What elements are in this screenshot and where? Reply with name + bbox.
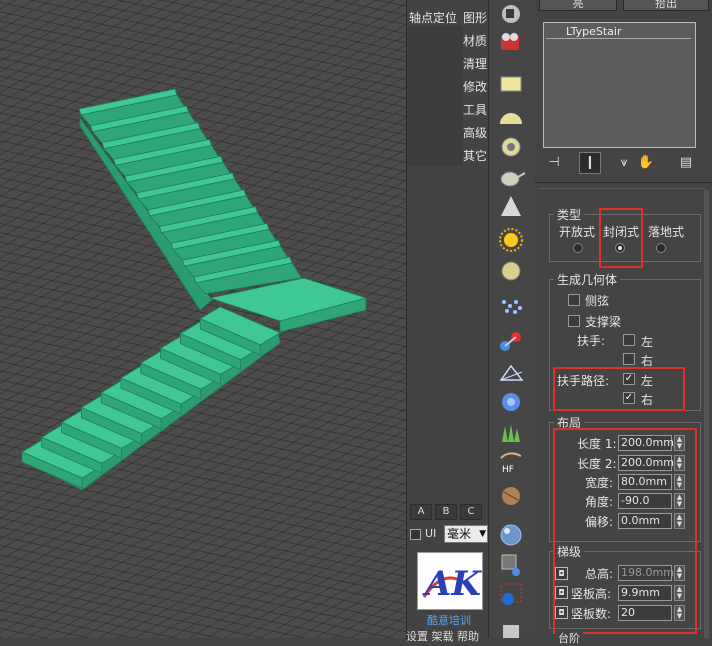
menu-item-material[interactable]: 材质 xyxy=(463,32,487,49)
tape-helper-icon[interactable] xyxy=(499,364,524,381)
header-left-button[interactable]: 亮 xyxy=(539,0,617,11)
ak-logo: AK xyxy=(417,552,483,610)
stringers-checkbox[interactable] xyxy=(568,294,580,306)
highlight-rail-path xyxy=(553,367,685,411)
glass-sphere-icon[interactable] xyxy=(500,524,522,546)
panel-scrollbar[interactable] xyxy=(704,190,709,638)
hemisphere-icon[interactable] xyxy=(500,113,522,124)
handrail-left-checkbox[interactable] xyxy=(623,334,635,346)
teapot-icon[interactable] xyxy=(500,171,526,187)
stringers-label: 侧弦 xyxy=(585,294,610,308)
make-unique-icon[interactable]: ⩛ xyxy=(613,152,635,174)
tab-c[interactable]: C xyxy=(460,504,482,520)
configure-sets-icon[interactable]: ▤ xyxy=(675,152,697,174)
stack-toolbar: ⊣ ❙ ⩛ ✋ ▤ xyxy=(543,152,703,174)
torus-icon[interactable] xyxy=(501,137,521,157)
rollout-header-line xyxy=(539,188,705,189)
tab-a[interactable]: A xyxy=(410,504,432,520)
particle-icon[interactable] xyxy=(502,300,522,314)
pin-stack-icon[interactable]: ⊣ xyxy=(543,152,565,174)
units-select[interactable]: 毫米 ▼ xyxy=(444,525,488,543)
units-row: UI 毫米 ▼ xyxy=(406,524,488,546)
logo-caption: 酷意培训 xyxy=(427,614,471,627)
remove-modifier-icon[interactable]: ✋ xyxy=(635,152,657,174)
menu-item-cleanup[interactable]: 清理 xyxy=(463,55,487,72)
highlight-closed-type xyxy=(599,208,643,268)
tab-b[interactable]: B xyxy=(435,504,457,520)
carriage-label: 支撑梁 xyxy=(585,315,622,329)
menu-item-other[interactable]: 其它 xyxy=(463,147,487,164)
cone-icon[interactable] xyxy=(501,196,521,216)
sphere-icon[interactable] xyxy=(501,261,521,281)
render-setup-icon[interactable] xyxy=(501,554,520,576)
camera-recorder-icon[interactable] xyxy=(502,5,520,23)
hair-hf-icon[interactable]: HF xyxy=(500,452,522,475)
material-ball-icon[interactable] xyxy=(500,583,522,605)
ui-label: UI xyxy=(425,527,437,540)
geometry-group-title: 生成几何体 xyxy=(554,271,621,288)
ak-logo-graphic: AK xyxy=(422,564,482,604)
handrail-right-checkbox[interactable] xyxy=(623,353,635,365)
logo-text: AK xyxy=(422,564,482,604)
wood-ball-icon[interactable] xyxy=(502,487,520,505)
list-item[interactable]: LTypeStair xyxy=(546,25,691,39)
type-box-label: 落地式 xyxy=(648,225,685,239)
create-tool-strip: HF xyxy=(488,0,536,638)
ui-checkbox[interactable] xyxy=(410,529,421,540)
next-group-title: 台阶 xyxy=(555,630,583,646)
type-box-radio[interactable] xyxy=(656,243,666,253)
modifier-stack-list[interactable]: LTypeStair xyxy=(543,22,696,148)
tool-icons: HF xyxy=(499,5,526,638)
svg-text:HF: HF xyxy=(502,465,514,475)
handrail-left-label: 左 xyxy=(641,335,654,349)
units-value: 毫米 xyxy=(447,527,472,541)
menu-item-advanced[interactable]: 高级 xyxy=(463,124,487,141)
carriage-checkbox[interactable] xyxy=(568,315,580,327)
light-sun-icon[interactable] xyxy=(499,228,523,252)
bone-icon[interactable] xyxy=(500,332,521,351)
bottom-menu-bar[interactable]: 设置 架载 帮助 xyxy=(406,628,479,644)
grass-icon[interactable] xyxy=(502,424,520,442)
type-open-radio[interactable] xyxy=(573,243,583,253)
handrail-label: 扶手: xyxy=(577,334,606,348)
menu-item-tools[interactable]: 工具 xyxy=(463,101,487,118)
type-group-title: 类型 xyxy=(554,206,585,223)
divider xyxy=(535,182,712,183)
chevron-down-icon: ▼ xyxy=(479,529,486,539)
menu-item-pivot[interactable]: 轴点定位 xyxy=(409,9,457,26)
command-panel: 亮 拾出 LTypeStair ⊣ ❙ ⩛ ✋ ▤ 类型 开放式 封闭式 落地式… xyxy=(535,0,712,646)
type-open-label: 开放式 xyxy=(559,225,596,239)
window-icon[interactable] xyxy=(503,625,519,638)
menu-item-shape[interactable]: 图形 xyxy=(463,9,487,26)
gear-blob-icon[interactable] xyxy=(502,393,520,411)
perspective-viewport[interactable] xyxy=(0,0,406,638)
menu-divider-bar xyxy=(407,26,463,166)
header-right-button[interactable]: 拾出 xyxy=(623,0,709,11)
stair-model[interactable] xyxy=(0,0,406,638)
highlight-layout-steps xyxy=(553,428,697,634)
menu-item-modify[interactable]: 修改 xyxy=(463,78,487,95)
abc-tabs: A B C xyxy=(406,504,488,520)
film-camera-icon[interactable] xyxy=(501,33,519,50)
show-end-result-icon[interactable]: ❙ xyxy=(579,152,601,174)
plane-icon[interactable] xyxy=(500,76,522,92)
